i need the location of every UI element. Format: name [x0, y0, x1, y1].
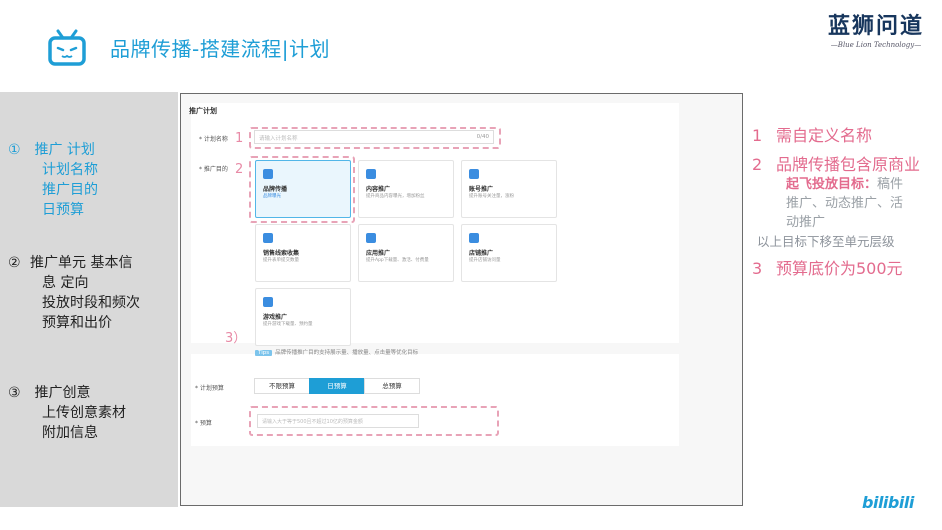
card-name: 内容推广	[366, 186, 391, 193]
purpose-card-app[interactable]: 应用推广 提升App下载量、激活、付费量	[358, 224, 454, 282]
card-name: 账号推广	[469, 186, 494, 193]
purpose-card-leads[interactable]: 销售线索收集 提升表单提交数量	[255, 224, 351, 282]
bilibili-tv-icon	[48, 29, 86, 66]
step-1-marker: ①	[8, 142, 21, 158]
card-name: 游戏推广	[263, 314, 288, 321]
tips-tag: Tips	[255, 350, 273, 356]
note-2-number: 2	[752, 155, 763, 174]
step-2-line-3: 预算和出价	[42, 315, 112, 331]
note-3-text: 预算底价为500元	[776, 259, 903, 278]
purpose-card-content[interactable]: 内容推广 提升商品内容曝光，增加粉丝	[358, 160, 454, 218]
card-name: 店铺推广	[469, 250, 494, 257]
purpose-card-shop[interactable]: 店铺推广 提升店铺访问量	[461, 224, 557, 282]
step-2-unit: ② 推广单元 基本信 息 定向 投放时段和频次 预算和出价	[8, 253, 174, 333]
step-2-line-0: 推广单元 基本信	[30, 255, 133, 271]
video-icon	[366, 169, 376, 179]
card-name: 销售线索收集	[263, 250, 300, 257]
card-name: 应用推广	[366, 250, 391, 257]
step-1-line-0: 推广 计划	[34, 142, 95, 158]
annotation-marker-3: 3）	[225, 331, 247, 346]
step-2-line-1: 息 定向	[42, 275, 89, 291]
note-2-sub-grey-3: 动推广	[786, 215, 826, 230]
tips-line: Tips 品牌传播推广目的支持展示量、播放量、点击量等优化目标	[255, 348, 418, 356]
annotation-box-plan-name	[249, 127, 501, 149]
page-title: 品牌传播-搭建流程|计划	[110, 37, 330, 61]
brand-name: 蓝狮问道	[827, 13, 924, 39]
card-desc: 提升表单提交数量	[263, 258, 299, 263]
purpose-label: * 推广目的	[199, 166, 228, 173]
budget-tab-total[interactable]: 总预算	[364, 378, 420, 394]
note-3-number: 3	[752, 259, 763, 278]
note-2: 2 品牌传播包含原商业	[752, 151, 920, 175]
app-icon	[366, 233, 376, 243]
note-3: 3 预算底价为500元	[752, 255, 903, 279]
section-title: 推广计划	[189, 107, 217, 115]
card-desc: 提升商品内容曝光，增加粉丝	[366, 194, 425, 199]
step-2-marker: ②	[8, 255, 21, 271]
card-desc: 提升账号关注量，涨粉	[469, 194, 514, 199]
annotation-marker-2: 2	[235, 162, 244, 177]
step-3-line-1: 上传创意素材	[42, 405, 126, 421]
note-1: 1 需自定义名称	[752, 122, 872, 146]
tips-text: 品牌传播推广目的支持展示量、播放量、点击量等优化目标	[275, 350, 419, 356]
step-3-marker: ③	[8, 385, 21, 401]
gamepad-icon	[263, 297, 273, 307]
plan-name-label: * 计划名称	[199, 136, 228, 143]
note-2-sub-grey-1: 稿件	[877, 177, 904, 192]
annotation-box-purpose	[249, 156, 355, 223]
step-1-line-1: 计划名称	[42, 162, 98, 178]
step-3-line-0: 推广创意	[34, 385, 91, 401]
step-1-line-3: 日预算	[42, 202, 84, 218]
annotation-marker-1: 1	[235, 131, 244, 146]
budget-label: * 计划预算	[195, 385, 224, 392]
budget-tab-unlimited[interactable]: 不限预算	[254, 378, 310, 394]
step-2-line-2: 投放时段和频次	[42, 295, 140, 311]
step-3-creative: ③ 推广创意 上传创意素材 附加信息	[8, 383, 126, 443]
brand-logo: 蓝狮问道 —Blue Lion Technology—	[826, 8, 926, 49]
card-desc: 提升App下载量、激活、付费量	[366, 258, 429, 263]
step-1-plan: ① 推广 计划 计划名称 推广目的 日预算	[8, 140, 98, 220]
embedded-screenshot: 推广计划 * 计划名称 请输入计划名称 0/40 * 推广目的 品牌传播 品牌曝…	[180, 93, 743, 506]
note-2-text: 品牌传播包含原商业	[776, 155, 921, 174]
shop-icon	[469, 233, 479, 243]
bilibili-logo: bilibili	[862, 493, 914, 512]
budget-tab-daily[interactable]: 日预算	[309, 378, 365, 394]
purpose-card-account[interactable]: 账号推广 提升账号关注量，涨粉	[461, 160, 557, 218]
note-2-sub-red: 起飞投放目标：	[786, 177, 878, 192]
note-1-number: 1	[752, 126, 763, 145]
card-desc: 提升店铺访问量	[469, 258, 501, 263]
budget-field-label: * 预算	[195, 420, 212, 427]
loop-icon	[263, 233, 273, 243]
budget-tabs: 不限预算 日预算 总预算	[254, 378, 420, 394]
note-1-text: 需自定义名称	[776, 126, 873, 145]
note-2-move-text: 以上目标下移至单元层级	[757, 234, 895, 249]
annotation-box-budget	[249, 406, 499, 436]
step-3-line-2: 附加信息	[42, 425, 98, 441]
card-desc: 提升游戏下载量、预约量	[263, 322, 313, 327]
note-2-sub-line-1: 起飞投放目标：稿件	[786, 173, 903, 192]
note-2-sub-grey-2: 推广、动态推广、活	[786, 196, 904, 211]
step-1-line-2: 推广目的	[42, 182, 98, 198]
user-icon	[469, 169, 479, 179]
purpose-card-game[interactable]: 游戏推广 提升游戏下载量、预约量	[255, 288, 351, 346]
brand-subtitle: —Blue Lion Technology—	[830, 41, 922, 49]
